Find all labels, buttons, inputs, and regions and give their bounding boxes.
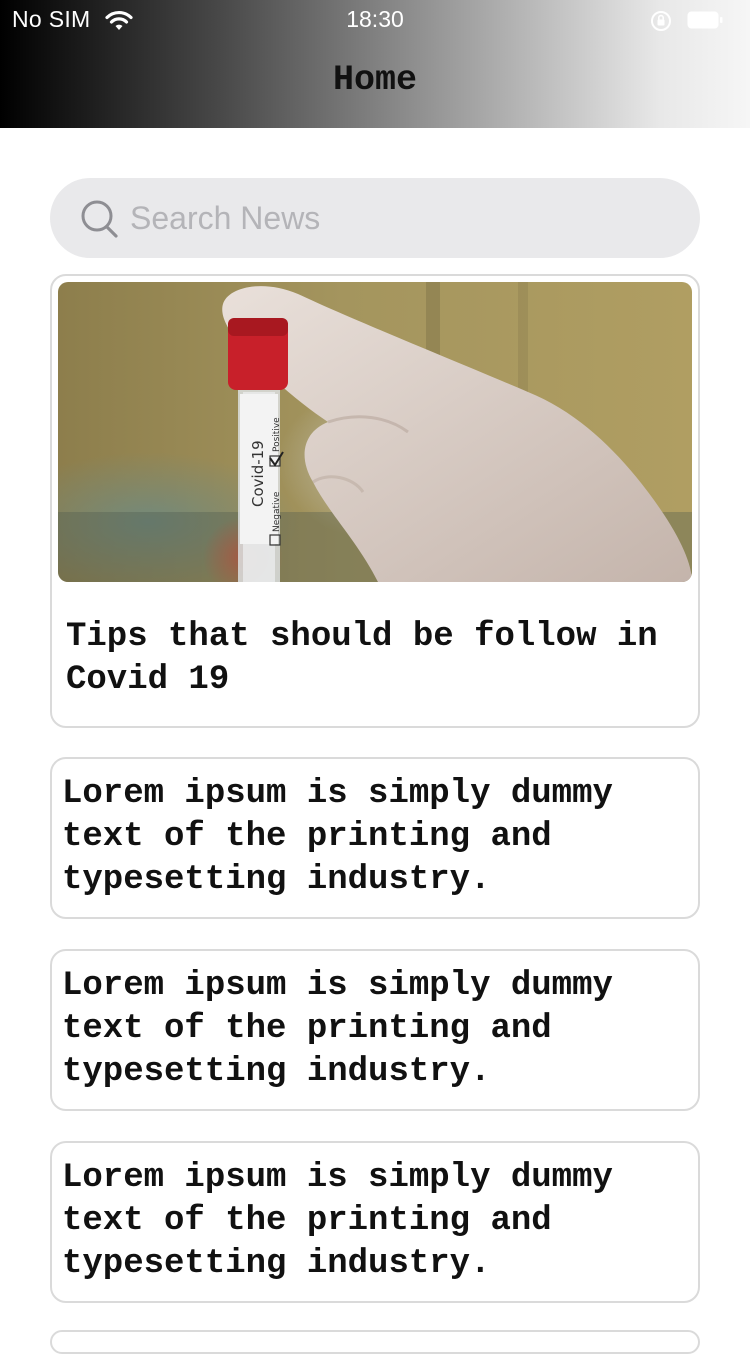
clock: 18:30: [346, 6, 404, 32]
search-input[interactable]: [130, 196, 670, 240]
tube-label-text: Covid-19: [249, 440, 267, 507]
featured-news-card[interactable]: Covid-19 Positive Negative Tips that sho…: [50, 274, 700, 728]
orientation-lock-icon: [651, 11, 671, 31]
tube-positive-text: Positive: [272, 417, 282, 452]
tube-negative-text: Negative: [272, 491, 282, 532]
featured-news-image: Covid-19 Positive Negative: [58, 282, 692, 582]
page-title: Home: [332, 60, 417, 100]
news-card-text: Lorem ipsum is simply dummy text of the …: [62, 967, 613, 1091]
news-card[interactable]: Lorem ipsum is simply dummy text of the …: [50, 949, 700, 1111]
covid-test-tube-photo: Covid-19 Positive Negative: [58, 282, 692, 582]
featured-news-title[interactable]: Tips that should be follow in Covid 19: [66, 616, 686, 702]
news-card-text: Lorem ipsum is simply dummy text of the …: [62, 775, 613, 899]
battery-icon: [687, 11, 723, 29]
news-card[interactable]: Lorem ipsum is simply dummy text of the …: [50, 1141, 700, 1303]
news-card[interactable]: Lorem ipsum is simply dummy text of the …: [50, 757, 700, 919]
status-bar: No SIM 18:30 Home: [0, 0, 750, 128]
news-card-text: Lorem ipsum is simply dummy text of the …: [62, 1159, 613, 1283]
search-icon: [81, 200, 118, 238]
